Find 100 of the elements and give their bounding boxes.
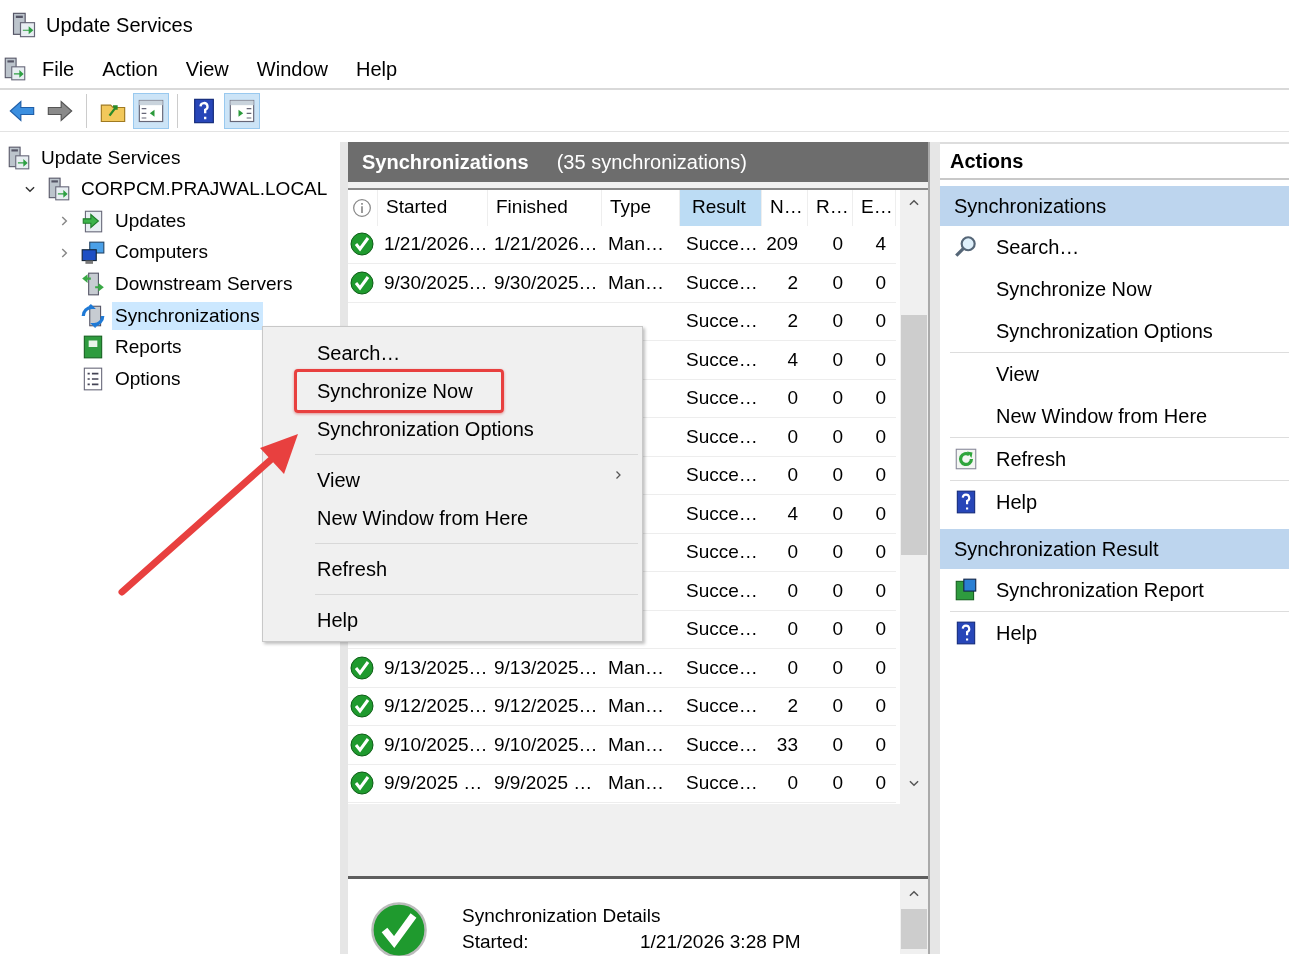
search-icon [953,234,979,260]
menu-item[interactable]: Search… [263,334,642,372]
table-cell: 0 [853,264,896,303]
table-cell: 209 [762,225,808,265]
table-cell: Succe… [680,225,762,265]
server-icon [6,144,32,171]
menu-item[interactable]: Help [341,54,412,84]
menu-item[interactable]: Action [88,54,172,84]
table-cell: 33 [762,726,808,765]
table-cell: Succe… [680,610,762,650]
table-cell: 0 [808,495,853,534]
tree-item[interactable]: CORPCM.PRAJWAL.LOCAL [78,175,331,204]
action-link[interactable]: Synchronization Options [940,310,1289,352]
menu-item[interactable]: Help [263,601,642,639]
table-cell: 9/30/2025… [378,264,488,303]
field-value: 1/21/2026 3:28 PM [640,930,801,954]
table-cell: 0 [762,610,808,650]
menu-item[interactable]: Synchronization Options [263,410,642,448]
info-icon [352,197,372,218]
table-cell: 0 [808,687,853,727]
table-cell: 1/21/2026… [488,225,602,265]
column-header[interactable]: N… [762,189,808,226]
column-header[interactable]: R… [808,189,853,226]
action-link[interactable]: View [940,353,1289,395]
table-cell: 0 [853,302,896,342]
table-cell: Man… [602,726,680,765]
item-count: (35 synchronizations) [556,149,747,175]
table-cell: 0 [762,572,808,611]
table-cell: Man… [602,764,680,804]
table-cell: 1/21/2026… [378,225,488,265]
table-cell: Succe… [680,418,762,457]
table-cell: Succe… [680,456,762,496]
table-cell: Succe… [680,495,762,534]
report-icon [953,577,979,603]
window-title: Update Services [46,13,193,38]
column-header[interactable]: Finished [488,189,602,226]
pane-title: Actions [940,142,1289,180]
tree-item[interactable]: Update Services [38,143,184,173]
table-cell: 0 [853,649,896,688]
table-cell: 9/12/2025… [378,687,488,727]
table-cell: Succe… [680,302,762,342]
table-cell: 0 [808,302,853,342]
server-icon [10,11,38,39]
scrollbar[interactable] [900,879,928,954]
table-cell: Succe… [680,341,762,380]
tree-item[interactable]: Reports [112,333,185,362]
server-icon [2,56,28,82]
table-cell: 0 [808,379,853,419]
tree-item[interactable]: Downstream Servers [112,269,296,299]
action-link[interactable]: Help [940,612,1289,654]
menu-item[interactable]: File [28,54,89,84]
tree-item[interactable]: Computers [112,238,211,267]
table-cell: 0 [853,379,896,419]
action-link[interactable]: Synchronization Report [940,569,1289,611]
server-icon [46,176,72,203]
table-cell: 4 [762,341,808,380]
menu-item[interactable]: Window [242,54,342,84]
action-link[interactable]: Search… [940,226,1289,268]
table-cell: Man… [602,687,680,727]
menu-item[interactable]: New Window from Here [263,499,642,537]
table-cell: Man… [602,225,680,265]
action-link[interactable]: Refresh [940,438,1289,480]
table-cell: 0 [762,418,808,457]
table-cell: 0 [762,456,808,496]
table-cell: 0 [853,610,896,650]
column-header[interactable]: Result [680,189,762,226]
table-cell: 0 [808,341,853,380]
column-header[interactable]: Started [378,189,488,226]
details-title: Synchronization Details [462,904,661,928]
table-cell: 9/10/2025… [378,726,488,765]
tree-item[interactable]: Options [112,364,184,394]
scrollbar[interactable] [900,189,928,804]
table-cell: 4 [853,225,896,265]
table-cell: Succe… [680,726,762,765]
table-cell: 0 [853,687,896,727]
table-cell: 0 [853,764,896,804]
section-header[interactable]: Synchronization Result [940,529,1289,569]
table-cell: 2 [762,302,808,342]
computers-icon [80,239,106,266]
table-cell: 9/12/2025… [488,687,602,727]
menu-item[interactable]: Refresh [263,550,642,588]
table-cell: Succe… [680,264,762,303]
menu-item[interactable]: View [171,54,243,84]
section-header[interactable]: Synchronizations [940,186,1289,226]
table-cell: Man… [602,649,680,688]
tree-item[interactable]: Synchronizations [112,301,263,330]
toolbar-button[interactable] [224,92,260,129]
table-cell: 0 [808,225,853,265]
action-link[interactable]: New Window from Here [940,395,1289,437]
table-cell: 0 [808,418,853,457]
table-cell: 4 [762,495,808,534]
table-cell: 0 [762,379,808,419]
tree-item[interactable]: Updates [112,206,189,236]
toolbar-button[interactable] [133,92,169,129]
sync-icon [80,302,106,329]
action-link[interactable]: Synchronize Now [940,268,1289,310]
table-cell: Succe… [680,687,762,727]
action-link[interactable]: Help [940,481,1289,523]
column-header[interactable]: E… [853,189,896,226]
table-cell: Succe… [680,379,762,419]
